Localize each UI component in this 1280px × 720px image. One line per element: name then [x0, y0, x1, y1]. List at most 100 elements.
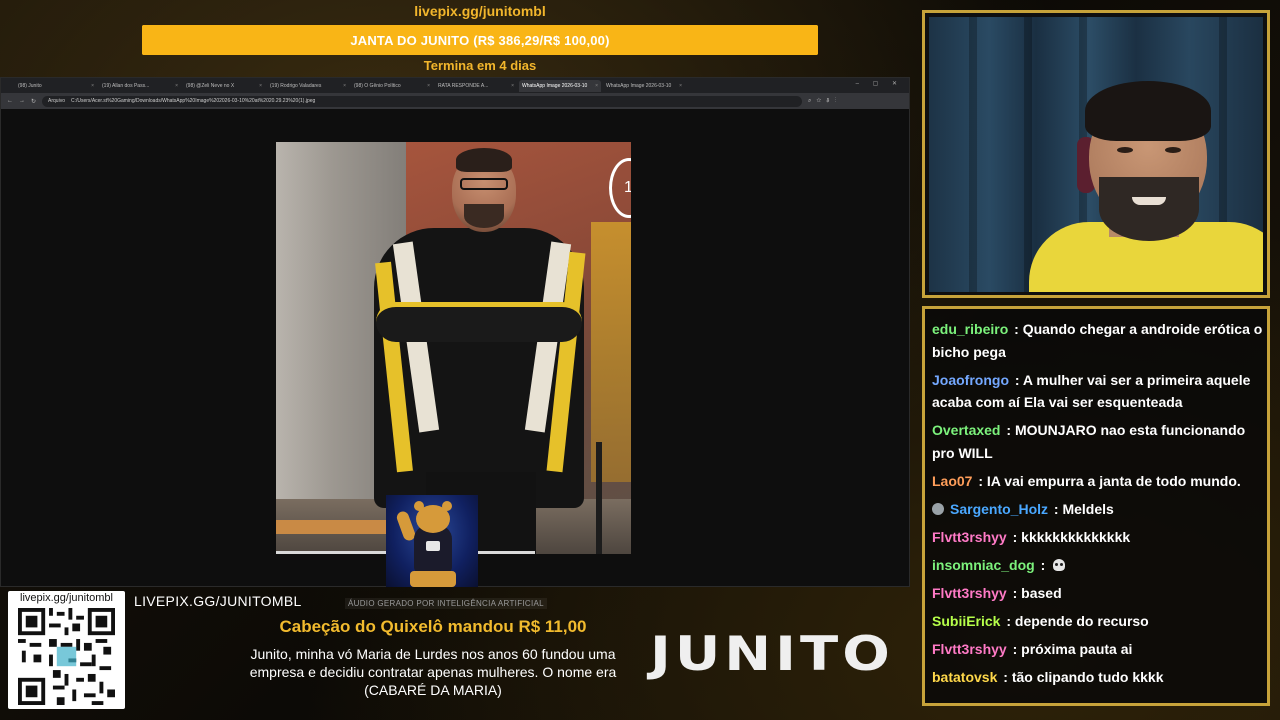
goal-title: JANTA DO JUNITO (R$ 386,29/R$ 100,00) — [350, 32, 610, 48]
chat-message: Joaofrongo : A mulher vai ser a primeira… — [932, 369, 1266, 414]
window-controls[interactable]: – ▢ ✕ — [856, 80, 903, 87]
mascot-head — [416, 505, 450, 533]
chat-separator: : — [1008, 584, 1022, 601]
browser-tab[interactable]: WhatsApp Image 2026-03-10 × — [519, 79, 601, 92]
chat-separator: : — [974, 472, 987, 489]
curtain-fold — [969, 17, 977, 292]
streamer-smile — [1132, 197, 1166, 205]
reload-icon[interactable]: ↻ — [31, 98, 36, 105]
chat-username[interactable]: Flvtt3rshyy — [932, 641, 1007, 657]
chat-username[interactable]: batatovsk — [932, 669, 997, 685]
browser-tab[interactable]: RATA RESPONDE A... × — [435, 80, 517, 92]
streamer-beard — [1099, 177, 1199, 241]
chat-username[interactable]: Joaofrongo — [932, 372, 1009, 388]
photo-beard — [464, 204, 504, 228]
chat-username[interactable]: Flvtt3rshyy — [932, 529, 1007, 545]
close-tab-icon[interactable]: × — [595, 83, 598, 89]
qr-code-icon — [18, 608, 115, 705]
url-text: C:/Users/Acer.st%20Gaming/Downloads/What… — [70, 98, 316, 104]
chat-separator: : — [1050, 500, 1063, 517]
browser-tab-label: WhatsApp Image 2026-03-10 — [522, 82, 588, 89]
ai-audio-tag: ÁUDIO GERADO POR INTELIGÊNCIA ARTIFICIAL — [345, 598, 547, 609]
goal-progress-bar: JANTA DO JUNITO (R$ 386,29/R$ 100,00) — [142, 25, 818, 55]
chat-text: próxima pauta ai — [1021, 640, 1133, 657]
photo-mic-stand — [596, 442, 602, 554]
chat-message: SubiiErick : depende do recurso — [932, 610, 1266, 633]
chat-text: kkkkkkkkkkkkkk — [1021, 528, 1131, 545]
tab-strip: (98) Junito × (19) Allan dos Pass... × (98) … — [1, 78, 909, 93]
chat-text: tão clipando tudo kkkk — [1011, 668, 1164, 685]
browser-tab-label: RATA RESPONDE A... — [438, 82, 489, 89]
photo-table — [276, 520, 396, 534]
chat-separator: : — [1036, 556, 1050, 573]
browser-tab[interactable]: (98) O Gênio Político × — [351, 80, 433, 92]
mascot-shirt-logo — [426, 541, 440, 551]
browser-tab-label: (98) @Zeli Neve no X — [186, 82, 235, 89]
qr-label: livepix.gg/junitombl — [20, 592, 113, 604]
chat-message: insomniac_dog : — [932, 554, 1266, 577]
browser-tab[interactable]: (98) Junito × — [15, 80, 97, 92]
url-prefix: Arquivo — [48, 98, 65, 104]
chat-username[interactable]: Overtaxed — [932, 422, 1000, 438]
close-tab-icon[interactable]: × — [343, 83, 346, 89]
browser-tab-label: (19) Allan dos Pass... — [102, 82, 150, 89]
livepix-site: LIVEPIX.GG/JUNITOMBL — [134, 593, 302, 609]
chat-text: based — [1021, 584, 1062, 601]
chat-separator: : — [1011, 371, 1023, 388]
user-badge-icon — [932, 502, 944, 515]
browser-tab[interactable]: (98) @Zeli Neve no X × — [183, 80, 265, 92]
browser-tab-label: (19) Rodrigo Valadares — [270, 82, 322, 89]
junito-logo: JUNITO — [650, 626, 894, 683]
qr-code-box[interactable]: livepix.gg/junitombl — [8, 591, 125, 709]
skull-emote-icon — [1053, 558, 1066, 571]
url-bar[interactable]: Arquivo C:/Users/Acer.st%20Gaming/Downlo… — [42, 95, 803, 107]
close-tab-icon[interactable]: × — [679, 83, 682, 89]
chat-text: depende do recurso — [1014, 612, 1149, 629]
chat-username[interactable]: Lao07 — [932, 473, 972, 489]
browser-tab[interactable]: (19) Rodrigo Valadares × — [267, 80, 349, 92]
close-tab-icon[interactable]: × — [259, 83, 262, 89]
chat-message: batatovsk : tão clipando tudo kkkk — [932, 666, 1266, 689]
chat-message: Sargento_Holz : Meldels — [932, 498, 1266, 521]
goal-url[interactable]: livepix.gg/junitombl — [142, 3, 818, 19]
chat-separator: : — [1008, 528, 1022, 545]
mascot-image — [386, 495, 478, 587]
chat-username[interactable]: edu_ribeiro — [932, 321, 1008, 337]
close-tab-icon[interactable]: × — [427, 83, 430, 89]
chat-message: Lao07 : IA vai empurra a janta de todo m… — [932, 470, 1266, 493]
toolbar-icons[interactable]: ⌕☆⇩⋮ — [808, 98, 841, 105]
webcam-feed — [929, 17, 1263, 292]
streamer-eye — [1117, 147, 1133, 153]
photo-crossed-arms — [376, 302, 582, 342]
browser-tab[interactable]: WhatsApp Image 2026-03-10 × — [603, 80, 685, 92]
streamer-eye — [1165, 147, 1181, 153]
chat-message: edu_ribeiro : Quando chegar a androide e… — [932, 318, 1266, 363]
chat-separator: : — [1008, 640, 1022, 657]
back-icon[interactable]: ← — [7, 98, 13, 104]
browser-tab[interactable]: (19) Allan dos Pass... × — [99, 80, 181, 92]
chat-message: Flvtt3rshyy : based — [932, 582, 1266, 605]
donation-title: Cabeção do Quixelô mandou R$ 11,00 — [279, 617, 587, 636]
address-bar-row: ← → ↻ Arquivo C:/Users/Acer.st%20Gaming/… — [1, 93, 909, 109]
browser-tab-label: (98) Junito — [18, 82, 42, 89]
photo-glasses — [460, 178, 508, 190]
close-tab-icon[interactable]: × — [175, 83, 178, 89]
photo-person-hair — [456, 148, 512, 172]
chat-separator: : — [1002, 422, 1015, 438]
chat-username[interactable]: insomniac_dog — [932, 557, 1035, 573]
displayed-photo: 1 — [276, 142, 631, 554]
browser-tab-label: (98) O Gênio Político — [354, 82, 401, 89]
chat-separator: : — [999, 668, 1012, 685]
forward-icon[interactable]: → — [19, 98, 25, 104]
donation-message: Junito, minha vó Maria de Lurdes nos ano… — [249, 646, 617, 698]
curtain-fold — [1024, 17, 1032, 292]
chat-username[interactable]: Sargento_Holz — [950, 501, 1048, 517]
close-tab-icon[interactable]: × — [511, 83, 514, 89]
chat-separator: : — [1010, 321, 1023, 337]
chat-username[interactable]: SubiiErick — [932, 613, 1000, 629]
close-tab-icon[interactable]: × — [91, 83, 94, 89]
chat-username[interactable]: Flvtt3rshyy — [932, 585, 1007, 601]
goal-ends: Termina em 4 dias — [423, 58, 537, 73]
chat-message: Overtaxed : MOUNJARO nao esta funcionand… — [932, 419, 1266, 464]
mascot-legs — [410, 571, 456, 587]
